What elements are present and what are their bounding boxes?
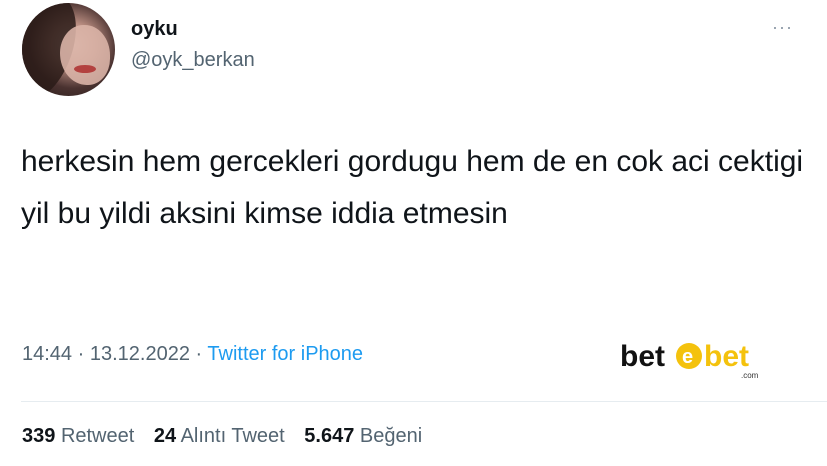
logo-text-left: bet bbox=[620, 340, 665, 373]
likes-stat[interactable]: 5.647 Beğeni bbox=[304, 425, 422, 447]
retweets-count: 339 bbox=[22, 425, 56, 447]
more-options-icon[interactable]: ··· bbox=[772, 17, 793, 38]
divider bbox=[21, 401, 827, 402]
tweet-date[interactable]: 13.12.2022 bbox=[90, 343, 190, 365]
display-name[interactable]: oyku bbox=[131, 18, 178, 41]
retweets-stat[interactable]: 339 Retweet bbox=[22, 425, 140, 447]
quotes-label: Alıntı Tweet bbox=[180, 425, 285, 447]
avatar-face bbox=[60, 25, 110, 85]
tweet-meta: 14:44 · 13.12.2022 · Twitter for iPhone bbox=[22, 343, 363, 366]
avatar-lips bbox=[74, 65, 96, 73]
tweet-text: herkesin hem gercekleri gordugu hem de e… bbox=[21, 145, 804, 230]
tweet-time[interactable]: 14:44 bbox=[22, 343, 72, 365]
meta-separator: · bbox=[77, 343, 85, 365]
likes-label: Beğeni bbox=[359, 425, 423, 447]
likes-count: 5.647 bbox=[304, 425, 355, 447]
logo-text-right: bet bbox=[704, 340, 749, 373]
tweet-stats: 339 Retweet 24 Alıntı Tweet 5.647 Beğeni bbox=[22, 425, 436, 448]
quotes-stat[interactable]: 24 Alıntı Tweet bbox=[154, 425, 290, 447]
svg-text:e: e bbox=[682, 346, 693, 368]
avatar[interactable] bbox=[22, 3, 115, 96]
quotes-count: 24 bbox=[153, 425, 177, 447]
meta-separator: · bbox=[195, 343, 203, 365]
retweets-label: Retweet bbox=[60, 425, 135, 447]
tweet-source-link[interactable]: Twitter for iPhone bbox=[207, 343, 363, 365]
logo-suffix: .com bbox=[741, 371, 759, 380]
betebet-logo: bet e bet .com bbox=[620, 340, 759, 380]
user-handle[interactable]: @oyk_berkan bbox=[131, 49, 255, 72]
